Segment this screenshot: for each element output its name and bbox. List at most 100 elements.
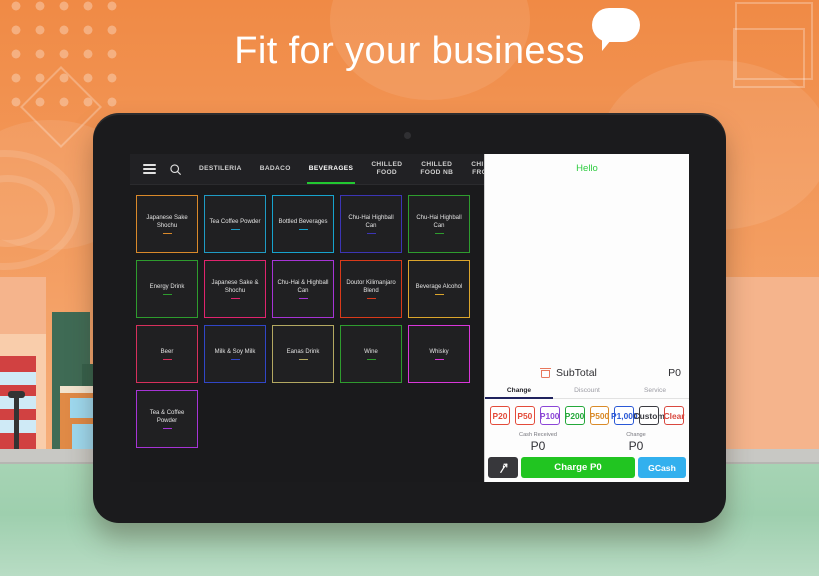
product-tile-accent [230, 228, 240, 231]
denomination-buttons[interactable]: P20 P50 P100 P200 P500 P1,000 Custom Clear [485, 399, 689, 425]
cash-received-label: Cash Received [519, 432, 557, 438]
denomination-button[interactable]: Custom [634, 406, 665, 425]
category-tab[interactable]: BADACO [251, 154, 300, 184]
denomination-button[interactable]: P1,000 [611, 406, 638, 425]
promo-headline: Fit for your business [234, 30, 585, 72]
diamond-outline-shape [19, 65, 103, 149]
product-tile[interactable]: Tea & Coffee Powder [136, 390, 198, 448]
product-tile[interactable]: Chu-Hai Highball Can [408, 195, 470, 253]
trash-icon[interactable] [540, 368, 551, 378]
promo-screenshot: Fit for your business DESTILERIA BADACO BE… [0, 0, 819, 576]
hamburger-menu-icon[interactable] [136, 156, 162, 182]
product-tile-label: Tea & Coffee Powder [149, 409, 185, 424]
product-tile[interactable]: Beer [136, 325, 198, 383]
product-tile-label: Japanese Sake & Shochu [211, 279, 259, 294]
cart-mode-tabs[interactable]: Change Discount Service [485, 383, 689, 400]
product-tile-accent [230, 297, 240, 300]
denomination-button[interactable]: Clear [664, 406, 685, 425]
product-tile[interactable]: Whisky [408, 325, 470, 383]
product-tile-label: Bottled Beverages [278, 218, 328, 225]
product-tile[interactable]: Japanese Sake Shochu [136, 195, 198, 253]
subtotal-label: SubTotal [556, 367, 597, 379]
product-tile-label: Beer [160, 348, 174, 355]
product-tile-accent [230, 358, 240, 361]
product-tile[interactable]: Chu-Hai & Highball Can [272, 260, 334, 318]
product-tile-label: Tea Coffee Powder [209, 218, 261, 225]
product-tile-label: Whisky [429, 348, 449, 355]
street-lamp [14, 394, 19, 452]
product-tile-accent [162, 293, 172, 296]
product-tile-label: Eanas Drink [286, 348, 320, 355]
product-catalog-panel: DESTILERIA BADACO BEVERAGES CHILLED FOOD CHI… [130, 154, 484, 482]
cash-received-value: P0 [530, 439, 546, 453]
product-tile-accent [366, 297, 376, 300]
denomination-button[interactable]: P50 [514, 406, 535, 425]
cart-mode-tab[interactable]: Discount [553, 383, 621, 398]
denomination-button[interactable]: P200 [564, 406, 585, 425]
product-tile[interactable]: Wine [340, 325, 402, 383]
product-tile[interactable]: Eanas Drink [272, 325, 334, 383]
product-tile[interactable]: Tea Coffee Powder [204, 195, 266, 253]
product-tile-grid[interactable]: Japanese Sake Shochu Tea Coffee Powder Bot… [130, 185, 484, 448]
product-tile-accent [298, 297, 308, 300]
tablet-device: DESTILERIA BADACO BEVERAGES CHILLED FOOD CHI… [93, 113, 726, 523]
cash-received-block: Cash Received P0 [489, 432, 587, 453]
denomination-button[interactable]: P20 [490, 406, 510, 425]
gcash-button[interactable]: GCash [638, 457, 686, 478]
change-value: P0 [628, 439, 644, 453]
search-icon[interactable] [162, 156, 188, 182]
product-tile-accent [366, 232, 376, 235]
subtotal-row: SubTotal P0 [485, 367, 689, 383]
cart-action-bar: Charge P0 GCash [485, 457, 689, 482]
product-tile-accent [434, 232, 444, 235]
category-tab[interactable]: DESTILERIA [190, 154, 251, 184]
category-tab[interactable]: CHILLED FROZEN [462, 154, 484, 184]
change-block: Change P0 [587, 432, 685, 453]
cart-panel: Hello SubTotal P0 Change Discount Service … [484, 154, 689, 482]
split-branch-icon[interactable] [488, 457, 518, 478]
product-tile-accent [162, 427, 172, 430]
product-tile-label: Chu-Hai Highball Can [348, 214, 394, 229]
product-tile-accent [298, 228, 308, 231]
product-tile[interactable]: Japanese Sake & Shochu [204, 260, 266, 318]
totals-row: Cash Received P0 Change P0 [485, 425, 689, 457]
product-tile[interactable]: Beverage Alcohol [408, 260, 470, 318]
product-tile-label: Milk & Soy Milk [214, 348, 256, 355]
product-tile-accent [434, 293, 444, 296]
product-tile-label: Energy Drink [149, 283, 185, 290]
product-tile-label: Chu-Hai & Highball Can [277, 279, 329, 294]
speech-bubble-icon [592, 8, 640, 51]
decorative-ring [0, 150, 80, 270]
app-topbar: DESTILERIA BADACO BEVERAGES CHILLED FOOD CHI… [130, 154, 484, 185]
product-tile-accent [434, 358, 444, 361]
denomination-button[interactable]: P500 [589, 406, 610, 425]
cart-mode-tab[interactable]: Change [485, 383, 553, 400]
product-tile-accent [162, 358, 172, 361]
product-tile[interactable]: Chu-Hai Highball Can [340, 195, 402, 253]
product-tile-label: Japanese Sake Shochu [146, 214, 188, 229]
product-tile-label: Beverage Alcohol [415, 283, 463, 290]
category-tab[interactable]: BEVERAGES [300, 154, 363, 184]
change-label: Change [626, 432, 646, 438]
product-tile-label: Wine [364, 348, 378, 355]
product-tile-accent [162, 232, 172, 235]
denomination-button[interactable]: P100 [539, 406, 560, 425]
product-tile[interactable]: Milk & Soy Milk [204, 325, 266, 383]
product-tile-label: Doutor Kilimanjaro Blend [346, 279, 396, 294]
cart-item-list[interactable] [485, 174, 689, 367]
cart-mode-tab[interactable]: Service [621, 383, 689, 398]
category-tab[interactable]: CHILLED FOOD NB [411, 154, 462, 184]
cart-greeting: Hello [576, 163, 598, 174]
product-tile-label: Chu-Hai Highball Can [416, 214, 462, 229]
product-tile[interactable]: Doutor Kilimanjaro Blend [340, 260, 402, 318]
street-lamp-head [8, 391, 25, 398]
product-tile[interactable]: Bottled Beverages [272, 195, 334, 253]
product-tile[interactable]: Energy Drink [136, 260, 198, 318]
tablet-screen: DESTILERIA BADACO BEVERAGES CHILLED FOOD CHI… [130, 154, 689, 482]
decorative-ring [0, 175, 55, 247]
category-tab[interactable]: CHILLED FOOD [362, 154, 411, 184]
charge-button[interactable]: Charge P0 [521, 457, 635, 478]
product-tile-accent [366, 358, 376, 361]
product-tile-accent [298, 358, 308, 361]
category-tab-strip[interactable]: DESTILERIA BADACO BEVERAGES CHILLED FOOD CHI… [190, 154, 484, 184]
